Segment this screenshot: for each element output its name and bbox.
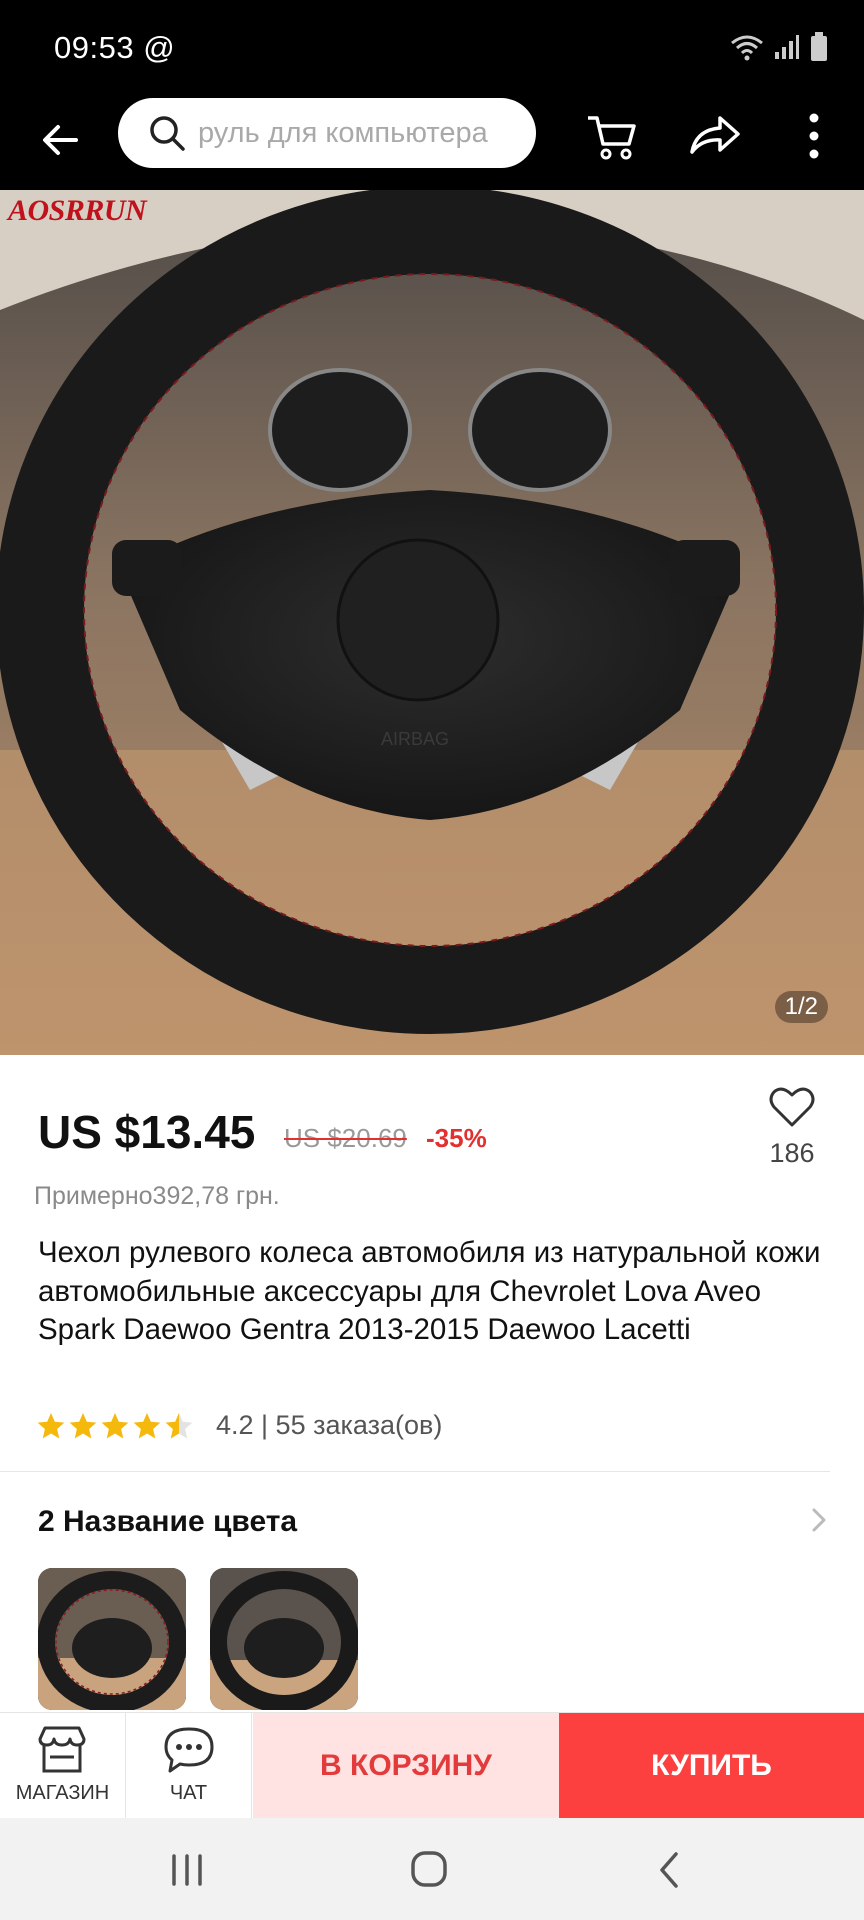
wishlist-count: 186 — [769, 1138, 815, 1168]
steering-wheel-photo: AIRBAG — [0, 190, 864, 1055]
add-to-cart-button[interactable]: В КОРЗИНУ — [253, 1713, 559, 1819]
discount-badge: -35% — [426, 1123, 487, 1153]
svg-text:AIRBAG: AIRBAG — [381, 729, 449, 749]
chat-label: ЧАТ — [169, 1782, 208, 1804]
store-label: МАГАЗИН — [15, 1782, 110, 1804]
color-option-red-stitch[interactable] — [38, 1568, 186, 1710]
wishlist-button[interactable]: 186 — [764, 1085, 820, 1169]
share-icon[interactable] — [686, 108, 742, 164]
chevron-right-icon[interactable] — [804, 1502, 834, 1538]
more-options-icon[interactable] — [786, 108, 842, 164]
search-icon — [150, 116, 185, 151]
store-tab[interactable]: МАГАЗИН — [0, 1713, 126, 1819]
star-icon — [69, 1412, 97, 1438]
product-title: Чехол рулевого колеса автомобиля из нату… — [38, 1236, 821, 1346]
rating-orders-text: 4.2 | 55 заказа(ов) — [216, 1410, 443, 1440]
star-rating — [36, 1411, 194, 1441]
home-icon[interactable] — [404, 1848, 454, 1892]
status-bar: 09:53 @ — [0, 0, 864, 98]
wifi-icon — [731, 35, 763, 61]
divider — [0, 1471, 830, 1472]
color-section-title[interactable]: 2 Название цвета — [38, 1505, 297, 1539]
brand-watermark: AOSRRUN — [8, 194, 147, 227]
store-icon — [38, 1726, 86, 1773]
chat-icon — [164, 1727, 214, 1773]
search-query: руль для компьютера — [198, 116, 488, 149]
current-price: US $13.45 — [38, 1106, 256, 1158]
bottom-action-bar: МАГАЗИН ЧАТ В КОРЗИНУ КУПИТЬ — [0, 1712, 864, 1819]
recent-apps-icon[interactable] — [162, 1848, 212, 1892]
system-nav-bar — [0, 1818, 864, 1920]
back-nav-icon[interactable] — [646, 1848, 696, 1892]
half-star-icon — [165, 1412, 193, 1438]
signal-icon — [775, 35, 799, 59]
rating-row[interactable]: 4.2 | 55 заказа(ов) — [36, 1410, 442, 1441]
status-icons — [730, 32, 828, 62]
status-time: 09:53 @ — [54, 30, 176, 65]
image-counter: 1/2 — [774, 991, 828, 1023]
search-input[interactable]: руль для компьютера — [118, 98, 536, 168]
chat-tab[interactable]: ЧАТ — [126, 1713, 252, 1819]
buy-now-button[interactable]: КУПИТЬ — [559, 1713, 864, 1819]
color-option-black-stitch[interactable] — [210, 1568, 358, 1710]
star-icon — [133, 1412, 161, 1438]
battery-icon — [811, 32, 827, 61]
cart-icon[interactable] — [584, 108, 640, 164]
star-icon — [101, 1412, 129, 1438]
top-toolbar: руль для компьютера — [0, 98, 864, 190]
star-icon — [37, 1412, 65, 1438]
color-option-thumbnail — [210, 1568, 358, 1710]
product-image[interactable]: AIRBAG AOSRRUN 1/2 — [0, 190, 864, 1055]
color-option-thumbnail — [38, 1568, 186, 1710]
approx-price: Примерно392,78 грн. — [34, 1182, 280, 1210]
back-arrow-icon[interactable] — [36, 116, 84, 164]
heart-icon — [769, 1087, 815, 1127]
old-price: US $20.69 — [284, 1123, 407, 1153]
